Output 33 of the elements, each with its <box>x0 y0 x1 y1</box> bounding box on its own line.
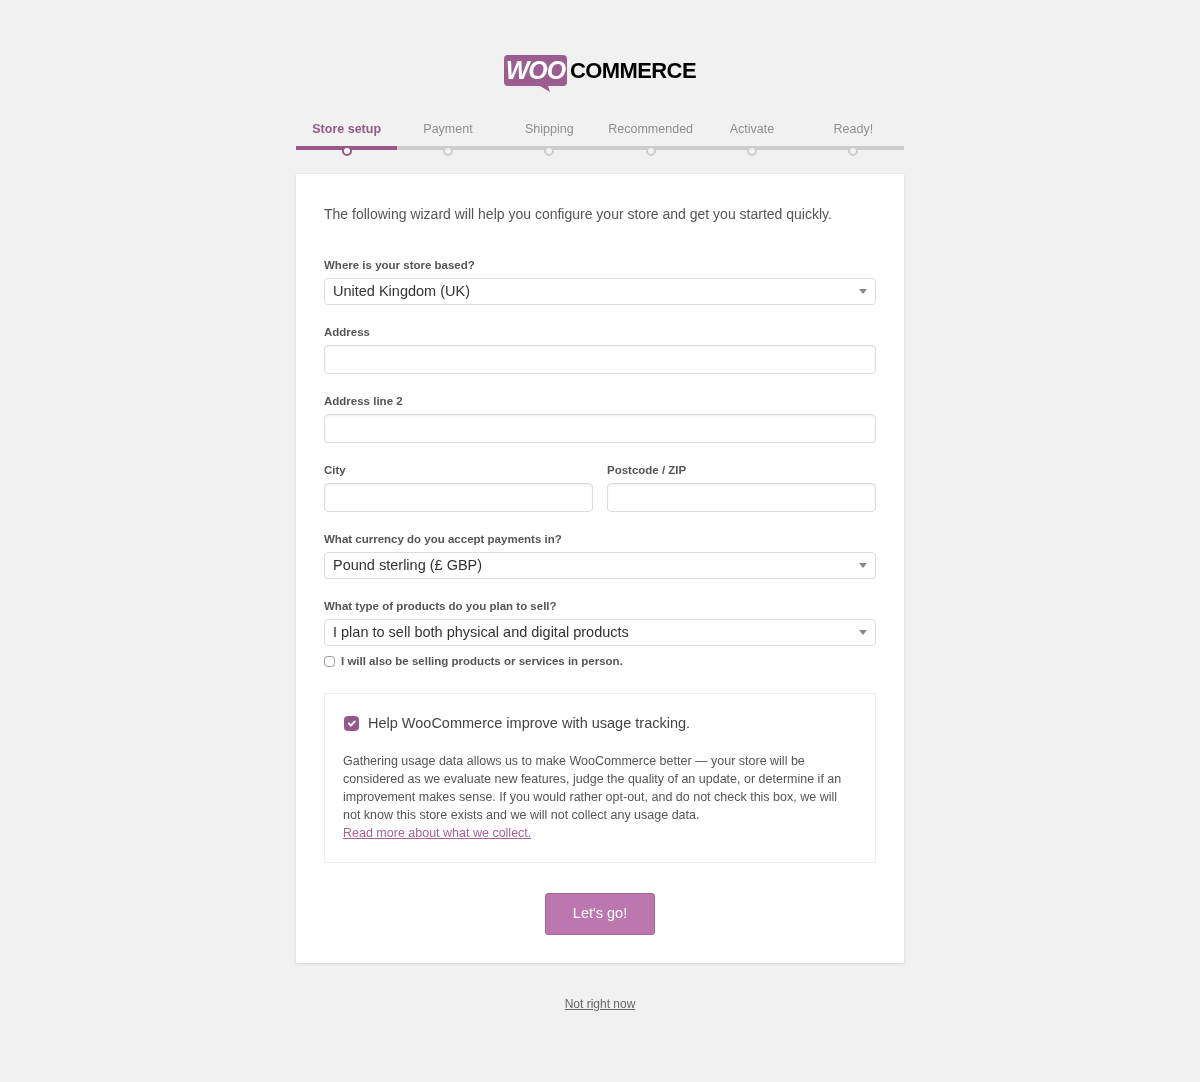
step-label: Payment <box>423 121 473 137</box>
caret-icon <box>859 289 867 294</box>
dropdown-field[interactable]: Pound sterling (£ GBP) <box>324 552 876 579</box>
field-label: City <box>324 463 346 478</box>
step-label: Store setup <box>312 121 382 137</box>
logo-wordmark: COMMERCE <box>570 57 696 85</box>
field-label: Address <box>324 325 371 340</box>
usage-description: Gathering usage data allows us to make WooCommerce better — your store will be considered as we evaluate new features, judge the quality of an update, or determine if an improvement makes sense. If you would rather opt-out, and do not check this box, we will not know this store exists and we will not collect any usage data. Read more about what we collect. <box>343 753 843 842</box>
field-label: What currency do you accept payments in? <box>324 532 562 547</box>
checkbox[interactable] <box>324 655 335 667</box>
caret-icon <box>859 630 867 635</box>
step-label: Activate <box>729 121 775 137</box>
intro-text: The following wizard will help you configure your store and get you started quickly. <box>324 205 833 224</box>
text-input[interactable] <box>324 414 876 443</box>
skip-link[interactable]: Not right now <box>564 995 636 1013</box>
field-label: Address line 2 <box>324 394 403 409</box>
checkbox-label: Help WooCommerce improve with usage tracking. <box>368 714 691 732</box>
text-input[interactable] <box>607 483 876 512</box>
caret-icon <box>859 563 867 568</box>
field-label: Where is your store based? <box>324 258 475 273</box>
logo-badge: WOO <box>504 55 567 92</box>
text-input[interactable] <box>324 483 593 512</box>
field-label: Postcode / ZIP <box>607 463 687 478</box>
checkbox-label: I will also be selling products or services in person. <box>341 654 623 668</box>
text-input[interactable] <box>324 345 876 374</box>
dropdown-field[interactable]: I plan to sell both physical and digital products <box>324 619 876 646</box>
step-label: Ready! <box>833 121 874 137</box>
dropdown-field[interactable]: United Kingdom (UK) <box>324 278 876 305</box>
step-label: Shipping <box>525 121 574 137</box>
read-more-link[interactable]: Read more about what we collect. <box>343 826 532 840</box>
step-label: Recommended <box>608 121 694 137</box>
field-label: What type of products do you plan to sell? <box>324 599 557 614</box>
checkbox[interactable] <box>344 715 359 731</box>
